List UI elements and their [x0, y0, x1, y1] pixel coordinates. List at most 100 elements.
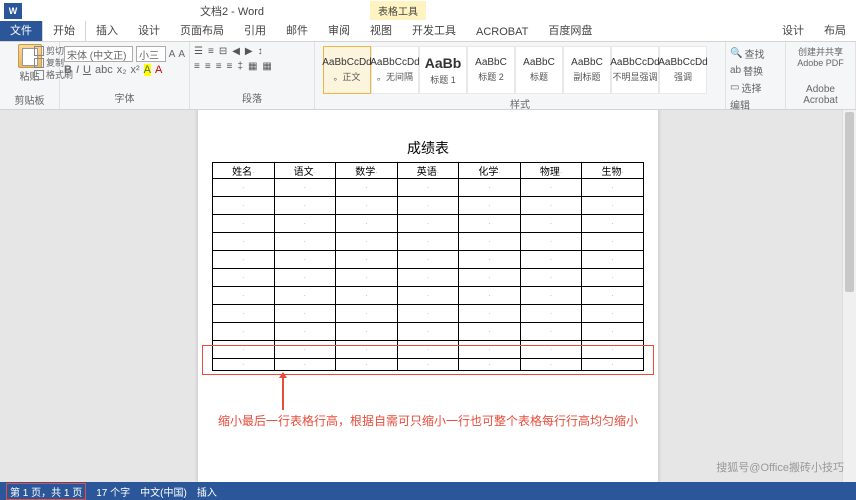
tab-acrobat[interactable]: ACROBAT	[466, 23, 538, 41]
tab-layout[interactable]: 页面布局	[170, 19, 234, 41]
table-cell[interactable]	[520, 269, 582, 287]
table-cell[interactable]	[520, 251, 582, 269]
table-cell[interactable]	[459, 251, 521, 269]
table-cell[interactable]	[582, 287, 644, 305]
table-cell[interactable]	[397, 305, 459, 323]
cut-button[interactable]: 剪切	[34, 45, 73, 57]
indent-dec-button[interactable]: ◀	[232, 46, 240, 57]
page[interactable]: 成绩表 姓名语文数学英语化学物理生物 缩小最后一行表格行高，根据自需可只缩小一行…	[198, 110, 658, 482]
tab-insert[interactable]: 插入	[86, 19, 128, 41]
table-cell[interactable]	[336, 287, 398, 305]
tab-baidu[interactable]: 百度网盘	[538, 19, 602, 41]
table-cell[interactable]	[336, 269, 398, 287]
sub-button[interactable]: x₂	[117, 64, 127, 76]
table-cell[interactable]	[274, 179, 336, 197]
tab-table-layout[interactable]: 布局	[814, 19, 856, 41]
table-cell[interactable]	[582, 305, 644, 323]
font-name-select[interactable]: 宋体 (中文正)	[64, 46, 133, 62]
table-cell[interactable]	[213, 197, 275, 215]
table-cell[interactable]	[520, 197, 582, 215]
table-cell[interactable]	[213, 251, 275, 269]
highlight-button[interactable]: A	[144, 64, 151, 76]
numbering-button[interactable]: ≡	[208, 46, 214, 57]
table-cell[interactable]	[336, 215, 398, 233]
shrink-font-icon[interactable]: A	[178, 49, 185, 60]
align-right-button[interactable]: ≡	[216, 61, 222, 72]
scroll-thumb[interactable]	[845, 112, 854, 292]
table-cell[interactable]	[274, 197, 336, 215]
table-cell[interactable]	[336, 233, 398, 251]
table-cell[interactable]	[274, 305, 336, 323]
table-cell[interactable]	[459, 233, 521, 251]
table-cell[interactable]	[582, 323, 644, 341]
table-cell[interactable]	[397, 323, 459, 341]
table-cell[interactable]	[459, 287, 521, 305]
scrollbar[interactable]	[842, 110, 856, 482]
table-cell[interactable]	[582, 197, 644, 215]
tab-references[interactable]: 引用	[234, 19, 276, 41]
table-cell[interactable]	[213, 233, 275, 251]
table-cell[interactable]	[459, 305, 521, 323]
table-cell[interactable]	[274, 251, 336, 269]
format-painter-button[interactable]: 格式刷	[34, 69, 73, 81]
table-cell[interactable]	[336, 305, 398, 323]
replace-button[interactable]: ab替换	[730, 63, 781, 78]
justify-button[interactable]: ≡	[227, 61, 233, 72]
table-cell[interactable]	[459, 215, 521, 233]
header-cell[interactable]: 语文	[274, 163, 336, 179]
table-cell[interactable]	[459, 197, 521, 215]
table-cell[interactable]	[274, 323, 336, 341]
sort-button[interactable]: ↕	[258, 46, 263, 57]
style-7[interactable]: AaBbCcDd强调	[659, 46, 707, 94]
table-cell[interactable]	[582, 215, 644, 233]
align-left-button[interactable]: ≡	[194, 61, 200, 72]
table-cell[interactable]	[520, 215, 582, 233]
table-cell[interactable]	[520, 233, 582, 251]
table-cell[interactable]	[397, 287, 459, 305]
sup-button[interactable]: x²	[131, 64, 140, 76]
header-cell[interactable]: 英语	[397, 163, 459, 179]
copy-button[interactable]: 复制	[34, 57, 73, 69]
table-cell[interactable]	[397, 251, 459, 269]
table-cell[interactable]	[520, 287, 582, 305]
header-cell[interactable]: 数学	[336, 163, 398, 179]
style-1[interactable]: AaBbCcDd。无间隔	[371, 46, 419, 94]
tab-mailings[interactable]: 邮件	[276, 19, 318, 41]
table-cell[interactable]	[274, 215, 336, 233]
font-size-select[interactable]: 小三	[136, 46, 166, 62]
find-button[interactable]: 🔍查找	[730, 46, 781, 61]
page-status[interactable]: 第 1 页，共 1 页	[6, 483, 86, 500]
grades-table[interactable]: 姓名语文数学英语化学物理生物	[212, 162, 644, 371]
table-cell[interactable]	[213, 287, 275, 305]
select-button[interactable]: ▭选择	[730, 80, 781, 95]
table-cell[interactable]	[336, 323, 398, 341]
table-cell[interactable]	[213, 323, 275, 341]
italic-button[interactable]: I	[76, 64, 79, 76]
insert-mode[interactable]: 插入	[197, 484, 217, 499]
tab-developer[interactable]: 开发工具	[402, 19, 466, 41]
create-pdf-button[interactable]: 创建并共享Adobe PDF	[789, 45, 852, 68]
tab-view[interactable]: 视图	[360, 19, 402, 41]
table-cell[interactable]	[213, 179, 275, 197]
table-cell[interactable]	[459, 323, 521, 341]
header-cell[interactable]: 姓名	[213, 163, 275, 179]
word-count[interactable]: 17 个字	[96, 484, 130, 499]
table-cell[interactable]	[459, 269, 521, 287]
style-6[interactable]: AaBbCcDd不明显强调	[611, 46, 659, 94]
table-cell[interactable]	[582, 233, 644, 251]
underline-button[interactable]: U	[83, 64, 91, 76]
table-cell[interactable]	[582, 269, 644, 287]
table-cell[interactable]	[213, 269, 275, 287]
table-cell[interactable]	[520, 323, 582, 341]
table-cell[interactable]	[336, 179, 398, 197]
style-5[interactable]: AaBbC副标题	[563, 46, 611, 94]
table-cell[interactable]	[397, 179, 459, 197]
table-cell[interactable]	[274, 233, 336, 251]
tab-home[interactable]: 开始	[42, 18, 86, 41]
table-cell[interactable]	[213, 215, 275, 233]
table-cell[interactable]	[520, 179, 582, 197]
multilevel-button[interactable]: ⊟	[219, 46, 227, 57]
style-3[interactable]: AaBbC标题 2	[467, 46, 515, 94]
table-cell[interactable]	[336, 197, 398, 215]
tab-review[interactable]: 审阅	[318, 19, 360, 41]
